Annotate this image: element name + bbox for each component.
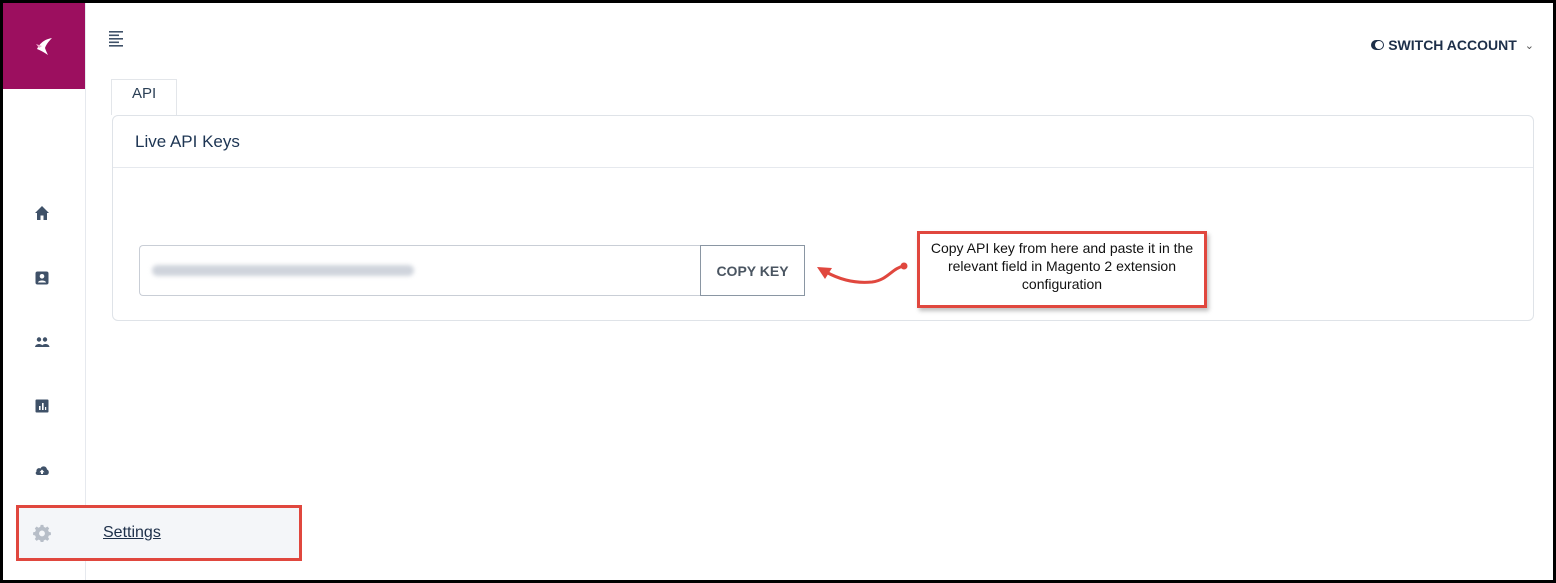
api-key-field[interactable] [139,245,702,296]
users-icon[interactable] [31,331,53,353]
annotation-callout: Copy API key from here and paste it in t… [917,231,1207,308]
gear-icon [33,524,51,542]
tab-api[interactable]: API [111,79,177,115]
annotation-arrow [817,262,908,284]
blurred-api-key [152,265,414,276]
home-icon[interactable] [31,202,53,224]
sidebar [3,3,86,580]
switch-account-label: SWITCH ACCOUNT [1388,37,1517,53]
toggle-icon [1371,40,1385,50]
contact-card-icon[interactable] [31,267,53,289]
cloud-upload-icon[interactable] [31,459,53,481]
chevron-down-icon: ⌄ [1524,39,1534,52]
settings-label: Settings [103,524,161,541]
brand-logo[interactable] [3,3,85,89]
menu-toggle-icon[interactable] [108,30,126,48]
card-title: Live API Keys [113,116,1533,168]
bird-logo-icon [36,38,52,55]
switch-account-dropdown[interactable]: SWITCH ACCOUNT ⌄ [1371,37,1534,53]
report-icon[interactable] [31,395,53,417]
sidebar-item-settings[interactable]: Settings [16,505,302,561]
copy-key-button[interactable]: COPY KEY [700,245,805,296]
